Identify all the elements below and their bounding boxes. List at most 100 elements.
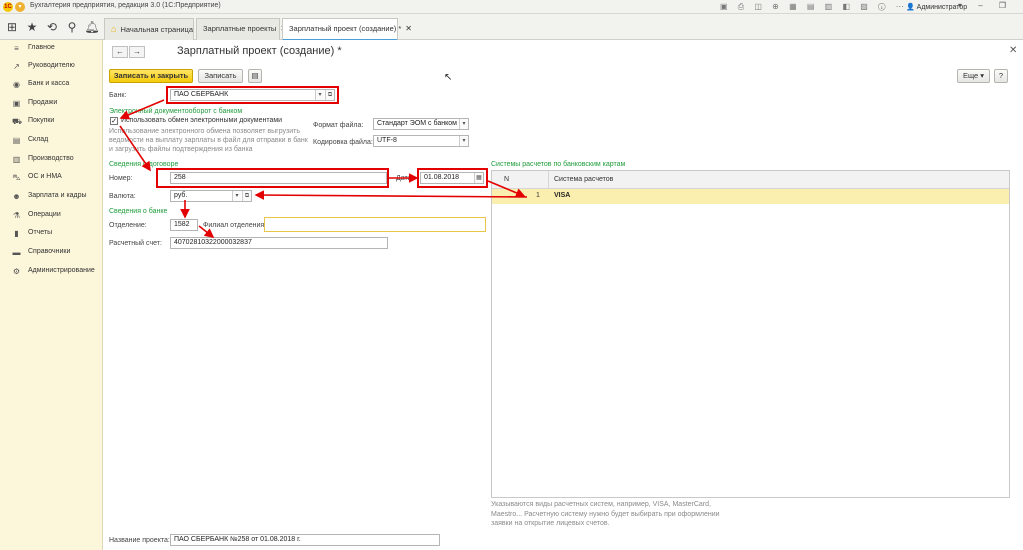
project-name-label: Название проекта: [109, 537, 170, 544]
sidebar-item-manager[interactable]: ↗ Руководителю [0, 60, 103, 74]
title-bar: 1С ▾ Бухгалтерия предприятия, редакция 3… [0, 0, 1023, 14]
sidebar-item-label: Продажи [28, 99, 58, 106]
dropdown-icon[interactable]: ▾ [459, 136, 468, 146]
trend-icon: ↗ [13, 62, 20, 71]
dropdown-icon[interactable]: ▾ [232, 191, 241, 201]
gear-icon: ⚙ [12, 267, 21, 276]
tab-home[interactable]: ⌂ Начальная страница [104, 18, 194, 40]
sidebar-item-label: Главное [28, 44, 55, 51]
sidebar-item-warehouse[interactable]: ▤ Склад [0, 134, 103, 148]
menu-icon: ≡ [14, 44, 19, 53]
sidebar-item-salary[interactable]: ☻ Зарплата и кадры [0, 190, 103, 204]
number-field[interactable]: 258 [170, 172, 387, 184]
currency-label: Валюта: [109, 193, 136, 200]
bank-field[interactable]: ПАО СБЕРБАНК ▾ ⧉ [170, 89, 335, 101]
dropdown-icon[interactable]: ▾ [459, 119, 468, 129]
back-button[interactable]: ← [112, 46, 128, 58]
sidebar-item-label: Администрирование [28, 267, 95, 274]
bank-info-section-title: Сведения о банке [109, 208, 168, 215]
card-systems-table[interactable]: N Система расчетов 1 VISA [491, 170, 1010, 498]
tab-salary-projects[interactable]: Зарплатные проекты✕ [196, 18, 287, 40]
print-list-icon[interactable]: ▤ [248, 69, 262, 83]
reports-icon: ▮ [14, 229, 19, 238]
sidebar-item-label: Зарплата и кадры [28, 192, 87, 199]
encoding-select[interactable]: UTF-8 ▾ [373, 135, 469, 147]
card-systems-section-title: Системы расчетов по банковским картам [491, 161, 626, 168]
table-header: N Система расчетов [492, 171, 1009, 189]
date-value: 01.08.2018 [424, 174, 460, 181]
sidebar-item-label: Отчеты [28, 229, 53, 236]
use-edo-checkbox[interactable]: ✓ [110, 117, 118, 125]
close-form-icon[interactable]: ✕ [1009, 45, 1017, 56]
more-button[interactable]: Еще ▾ [957, 69, 990, 83]
card-systems-note: Указываются виды расчетных систем, напри… [491, 501, 720, 527]
contract-section-title: Сведения о договоре [109, 161, 179, 168]
edo-note: Использование электронного обмена позвол… [109, 128, 308, 153]
bank-value: ПАО СБЕРБАНК [174, 91, 229, 98]
open-link-icon[interactable]: ⧉ [242, 191, 251, 201]
table-row[interactable]: 1 VISA [492, 189, 1009, 204]
row-number: 1 [536, 192, 540, 199]
tab-salary-projects-label: Зарплатные проекты [203, 24, 277, 33]
mouse-cursor-icon: ↖ [444, 72, 453, 83]
sidebar-item-assets[interactable]: ⛍ ОС и НМА [0, 171, 103, 185]
sidebar-item-main[interactable]: ≡ Главное [0, 42, 103, 56]
row-system: VISA [554, 192, 571, 199]
forward-button[interactable]: → [129, 46, 145, 58]
favorites-star-icon[interactable]: ★ [24, 20, 40, 34]
bank-icon: ◉ [13, 80, 20, 89]
date-field[interactable]: 01.08.2018 ▦ [420, 172, 484, 184]
open-link-icon[interactable]: ⧉ [325, 90, 334, 100]
window-buttons[interactable]: ▾ – ❐ ✕ [958, 1, 1023, 10]
sidebar-item-catalogs[interactable]: ▬ Справочники [0, 246, 103, 260]
sidebar-item-reports[interactable]: ▮ Отчеты [0, 227, 103, 241]
production-icon: ▥ [12, 155, 21, 164]
sidebar-item-admin[interactable]: ⚙ Администрирование [0, 265, 103, 279]
sidebar-item-label: Склад [28, 136, 49, 143]
filial-field[interactable] [264, 217, 486, 232]
notifications-bell-icon[interactable]: 🔔︎ [84, 20, 100, 34]
sidebar-item-bank[interactable]: ◉ Банк и касса [0, 78, 103, 92]
sidebar: ≡ Главное ↗ Руководителю ◉ Банк и касса ▣ Пр… [0, 40, 103, 550]
main-menu-icon[interactable]: ▾ [15, 2, 25, 12]
people-icon: ☻ [12, 192, 21, 201]
sidebar-item-sales[interactable]: ▣ Продажи [0, 97, 103, 111]
currency-field[interactable]: руб. ▾ ⧉ [170, 190, 252, 202]
window-title: Бухгалтерия предприятия, редакция 3.0 (1… [30, 2, 221, 9]
calendar-icon[interactable]: ▦ [474, 173, 483, 183]
dropdown-icon[interactable]: ▾ [315, 90, 324, 100]
sidebar-item-production[interactable]: ▥ Производство [0, 153, 103, 167]
help-button[interactable]: ? [994, 69, 1008, 83]
sidebar-item-label: Покупки [28, 117, 55, 124]
sidebar-item-label: Производство [28, 155, 74, 162]
titlebar-tools[interactable]: ▣ ⎙ ◫ ⊕ ▦ ▤ ▥ ◧ ▨ ⓘ ⋯ [720, 2, 908, 12]
sidebar-item-label: Банк и касса [28, 80, 70, 87]
bank-label: Банк: [109, 92, 127, 99]
sidebar-item-label: Операции [28, 211, 61, 218]
file-format-select[interactable]: Стандарт ЭОМ с банком (... ▾ [373, 118, 469, 130]
sidebar-item-purchases[interactable]: ⛟ Покупки [0, 115, 103, 129]
encoding-value: UTF-8 [377, 137, 397, 144]
save-button[interactable]: Записать [198, 69, 243, 83]
cart-icon: ⛟ [12, 117, 23, 126]
warehouse-icon: ▤ [12, 136, 21, 145]
project-name-field[interactable]: ПАО СБЕРБАНК №258 от 01.08.2018 г. [170, 534, 440, 546]
use-edo-label: Использовать обмен электронными документ… [121, 117, 283, 124]
history-icon[interactable]: ⟲ [44, 20, 60, 34]
app-logo: 1С [3, 2, 13, 12]
operations-icon: ⚗ [12, 211, 21, 220]
sales-icon: ▣ [12, 99, 21, 108]
assets-icon: ⛍ [12, 173, 21, 182]
tab-salary-project-create-label: Зарплатный проект (создание) * [289, 24, 402, 33]
search-icon[interactable]: ⚲ [64, 20, 80, 34]
tab-home-label: Начальная страница [120, 25, 194, 34]
sidebar-item-operations[interactable]: ⚗ Операции [0, 209, 103, 223]
sidebar-item-label: Справочники [28, 248, 71, 255]
sidebar-item-label: ОС и НМА [28, 173, 62, 180]
account-field[interactable]: 40702810322000032837 [170, 237, 388, 249]
tab-salary-project-create[interactable]: Зарплатный проект (создание) * ✕ [282, 18, 412, 41]
apps-grid-icon[interactable]: ⊞ [4, 20, 20, 34]
branch-field[interactable]: 1582 [170, 219, 198, 231]
save-and-close-button[interactable]: Записать и закрыть [109, 69, 193, 83]
close-tab-icon[interactable]: ✕ [405, 24, 412, 33]
